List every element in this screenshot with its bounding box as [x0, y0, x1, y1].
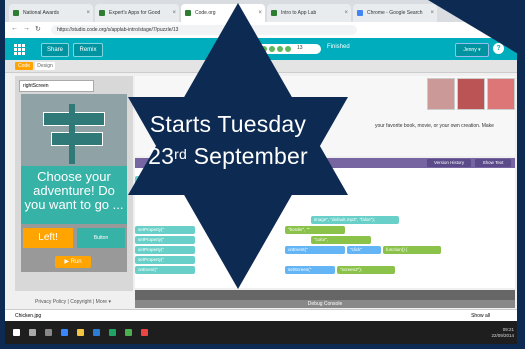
code-block[interactable]: onEvent(" [285, 246, 345, 254]
browser-tab[interactable]: Chrome - Google Search × [353, 4, 437, 22]
windows-taskbar: 09:21 22/09/2014 [5, 321, 520, 344]
code-block[interactable]: "border", "" [285, 226, 345, 234]
adventure-text: Choose your adventure! Do you want to go… [21, 166, 127, 224]
banner-day: 23 [148, 143, 175, 169]
close-icon[interactable]: × [430, 4, 434, 22]
word-icon[interactable] [93, 329, 100, 336]
tab-label: Expert's Apps for Good [109, 10, 161, 16]
instructions-text: your favorite book, movie, or your own c… [375, 123, 494, 129]
close-icon[interactable]: × [258, 4, 262, 22]
browser-tab-active[interactable]: Code.org × [181, 4, 265, 22]
screen-select[interactable]: rightScreen [19, 80, 94, 92]
url-input[interactable]: https://studio.code.org/s/applab-intro/s… [51, 25, 357, 35]
tab-favicon-icon [185, 10, 191, 16]
folder-icon[interactable] [77, 329, 84, 336]
close-icon[interactable]: × [344, 4, 348, 22]
progress-dot[interactable] [245, 46, 251, 52]
share-button[interactable]: Share [41, 43, 69, 57]
design-mode-button[interactable]: Design [35, 62, 55, 70]
debug-toolbar [135, 290, 515, 300]
taskbar-clock[interactable]: 09:21 22/09/2014 [491, 327, 514, 339]
tab-favicon-icon [99, 10, 105, 16]
user-menu[interactable]: Jenny ▾ [455, 43, 489, 57]
chrome-icon[interactable] [125, 329, 132, 336]
reload-icon[interactable]: ↻ [35, 25, 41, 33]
code-mode-button[interactable]: Code [15, 62, 33, 70]
banner-suffix: rd [174, 146, 187, 162]
banner-line1: Starts Tuesday [149, 111, 307, 137]
code-workspace[interactable]: setProperty(" image", "default.mp3", "fa… [135, 168, 515, 288]
progress-dot[interactable] [253, 46, 259, 52]
workspace-toolbar: Code Design [5, 60, 520, 73]
browser-tab-bar: National Awards × Expert's Apps for Good… [5, 0, 520, 22]
task-view-icon[interactable] [45, 329, 52, 336]
run-button[interactable]: ▶ Run [55, 256, 91, 268]
code-block[interactable]: "click" [347, 246, 381, 254]
code-block[interactable]: setProperty(" [135, 246, 195, 254]
show-all-link[interactable]: Show all [471, 313, 490, 319]
edge-icon[interactable] [61, 329, 68, 336]
code-block[interactable]: setProperty(" [135, 176, 275, 184]
tab-label: National Awards [23, 10, 60, 16]
progress-dot[interactable] [269, 46, 275, 52]
windows-start-icon[interactable] [13, 329, 20, 336]
example-thumbnail[interactable] [457, 78, 485, 110]
back-icon[interactable]: ← [11, 25, 18, 32]
example-thumbnail[interactable] [427, 78, 455, 110]
app-header: Share Remix 13 Finished Jenny ▾ ? [5, 38, 520, 60]
address-bar-row: ← → ↻ https://studio.code.org/s/applab-i… [5, 22, 520, 39]
banner-line2: 23rd September [110, 140, 346, 172]
search-icon[interactable] [29, 329, 36, 336]
code-block[interactable]: setProperty(" [135, 236, 195, 244]
tab-label: Intro to App Lab [281, 10, 317, 16]
browser-tab[interactable]: Expert's Apps for Good × [95, 4, 179, 22]
download-file[interactable]: Chicken.jpg [15, 313, 41, 319]
code-block[interactable]: setScreen(" [285, 266, 335, 274]
tab-favicon-icon [357, 10, 363, 16]
code-block[interactable]: "screen2"); [337, 266, 395, 274]
banner-month: September [193, 143, 308, 169]
level-count: 13 [297, 45, 303, 51]
progress-dot[interactable] [285, 46, 291, 52]
tab-label: Code.org [195, 10, 216, 16]
remix-button[interactable]: Remix [73, 43, 103, 57]
debug-console[interactable]: Debug Console [135, 300, 515, 308]
finished-label: Finished [327, 44, 350, 50]
code-block[interactable]: "color", [311, 236, 371, 244]
start-date-banner: Starts Tuesday 23rd September [110, 108, 346, 172]
version-history-button[interactable]: Version History [427, 159, 471, 167]
close-icon[interactable]: × [172, 4, 176, 22]
browser-tab[interactable]: Intro to App Lab × [267, 4, 351, 22]
tab-label: Chrome - Google Search [367, 10, 423, 16]
help-icon[interactable]: ? [493, 43, 504, 54]
code-block[interactable]: image", "default.mp3", "false"); [311, 216, 399, 224]
example-thumbnail[interactable] [487, 78, 515, 110]
forward-icon[interactable]: → [23, 25, 30, 32]
tab-favicon-icon [271, 10, 277, 16]
code-block[interactable]: setProperty(" [135, 256, 195, 264]
footer-links: Privacy Policy | Copyright | More ▾ [35, 299, 111, 305]
progress-dot[interactable] [261, 46, 267, 52]
show-text-button[interactable]: Show Text [475, 159, 511, 167]
progress-dot[interactable] [277, 46, 283, 52]
app-button[interactable]: Button [77, 228, 125, 248]
app-icon[interactable] [141, 329, 148, 336]
close-icon[interactable]: × [86, 4, 90, 22]
code-block[interactable]: setProperty(" [135, 226, 195, 234]
code-block[interactable]: onEvent(" [135, 266, 195, 274]
level-progress: 13 [235, 44, 321, 54]
code-block[interactable]: function() { [383, 246, 441, 254]
code-org-logo-icon[interactable] [13, 43, 25, 55]
screenshot-frame: National Awards × Expert's Apps for Good… [5, 0, 520, 344]
side-border [517, 0, 525, 349]
excel-icon[interactable] [109, 329, 116, 336]
tab-favicon-icon [13, 10, 19, 16]
browser-tab[interactable]: National Awards × [9, 4, 93, 22]
left-button[interactable]: Left! [23, 228, 73, 248]
